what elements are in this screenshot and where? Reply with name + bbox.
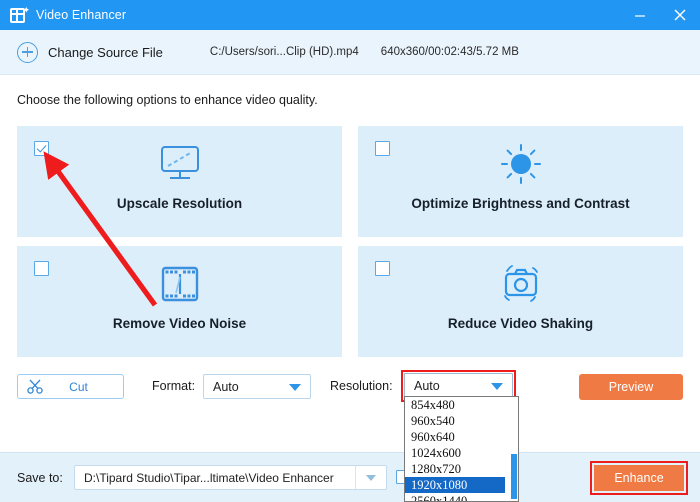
preview-button-label: Preview <box>608 380 654 394</box>
optimize-brightness-checkbox[interactable] <box>375 141 390 156</box>
option-card-label: Reduce Video Shaking <box>447 316 594 331</box>
dropdown-option[interactable]: 960x640 <box>405 429 518 445</box>
camera-shake-icon <box>499 262 543 306</box>
close-icon[interactable] <box>660 0 700 30</box>
resolution-dropdown-list[interactable]: 854x480 960x540 960x640 1024x600 1280x720 192… <box>404 396 519 502</box>
title-bar: ✦ Video Enhancer <box>0 0 700 30</box>
chevron-down-icon <box>289 383 301 391</box>
change-source-file-button[interactable]: Change Source File <box>48 45 163 60</box>
reduce-video-shaking-checkbox[interactable] <box>375 261 390 276</box>
instruction-text: Choose the following options to enhance … <box>17 93 318 107</box>
scissors-icon <box>27 379 44 394</box>
source-file-meta: 640x360/00:02:43/5.72 MB <box>380 46 519 58</box>
window-title: Video Enhancer <box>36 8 127 22</box>
cut-button-label: Cut <box>69 379 88 394</box>
dropdown-scrollbar-thumb[interactable] <box>511 454 517 499</box>
dropdown-option[interactable]: 1280x720 <box>405 461 518 477</box>
preview-button[interactable]: Preview <box>579 374 683 400</box>
dropdown-option[interactable]: 854x480 <box>405 397 518 413</box>
resolution-select-value: Auto <box>414 379 440 393</box>
option-card-label: Optimize Brightness and Contrast <box>411 196 630 211</box>
source-file-bar: Change Source File C:/Users/sori...Clip … <box>0 30 700 75</box>
format-label: Format: <box>152 379 196 393</box>
option-card-label: Remove Video Noise <box>112 316 247 331</box>
option-card-remove-video-noise[interactable]: Remove Video Noise <box>17 246 342 357</box>
controls-row: Cut Format: Auto Resolution: Auto Previe… <box>0 370 700 406</box>
minimize-icon[interactable] <box>620 0 660 30</box>
plus-circle-icon[interactable] <box>17 41 38 63</box>
dropdown-option[interactable]: 1920x1080 <box>405 477 518 493</box>
monitor-upscale-icon <box>158 142 202 186</box>
chevron-down-icon <box>491 383 503 390</box>
option-card-reduce-video-shaking[interactable]: Reduce Video Shaking <box>358 246 683 357</box>
cut-button[interactable]: Cut <box>17 374 124 399</box>
save-to-path-value: D:\Tipard Studio\Tipar...ltimate\Video E… <box>84 470 334 485</box>
video-enhancer-window: ✦ Video Enhancer Change Source File C:/U… <box>0 0 700 502</box>
option-card-upscale-resolution[interactable]: Upscale Resolution <box>17 126 342 237</box>
bottom-bar: Save to: D:\Tipard Studio\Tipar...ltimat… <box>0 452 700 502</box>
enhance-button-label: Enhance <box>614 471 664 485</box>
dropdown-option[interactable]: 960x540 <box>405 413 518 429</box>
format-select-value: Auto <box>213 379 239 394</box>
dropdown-option[interactable]: 1024x600 <box>405 445 518 461</box>
source-file-path: C:/Users/sori...Clip (HD).mp4 <box>209 46 359 58</box>
save-to-path-field[interactable]: D:\Tipard Studio\Tipar...ltimate\Video E… <box>74 465 387 490</box>
remove-video-noise-checkbox[interactable] <box>34 261 49 276</box>
resolution-label: Resolution: <box>330 379 393 393</box>
enhance-button[interactable]: Enhance <box>594 465 684 491</box>
chevron-down-icon <box>366 474 376 481</box>
enhance-options-grid: Upscale Resolution Optimize Brightness a… <box>17 126 683 357</box>
dropdown-option[interactable]: 2560x1440 <box>405 493 518 501</box>
format-select[interactable]: Auto <box>203 374 311 399</box>
app-grid-icon: ✦ <box>10 5 30 24</box>
save-to-dropdown-button[interactable] <box>355 466 386 489</box>
film-strip-icon <box>160 262 200 306</box>
dropdown-scrollbar[interactable] <box>505 397 518 501</box>
option-card-optimize-brightness[interactable]: Optimize Brightness and Contrast <box>358 126 683 237</box>
save-to-label: Save to: <box>17 471 63 485</box>
upscale-resolution-checkbox[interactable] <box>34 141 49 156</box>
brightness-sun-icon <box>500 142 542 186</box>
option-card-label: Upscale Resolution <box>116 196 243 211</box>
window-controls <box>620 0 700 30</box>
